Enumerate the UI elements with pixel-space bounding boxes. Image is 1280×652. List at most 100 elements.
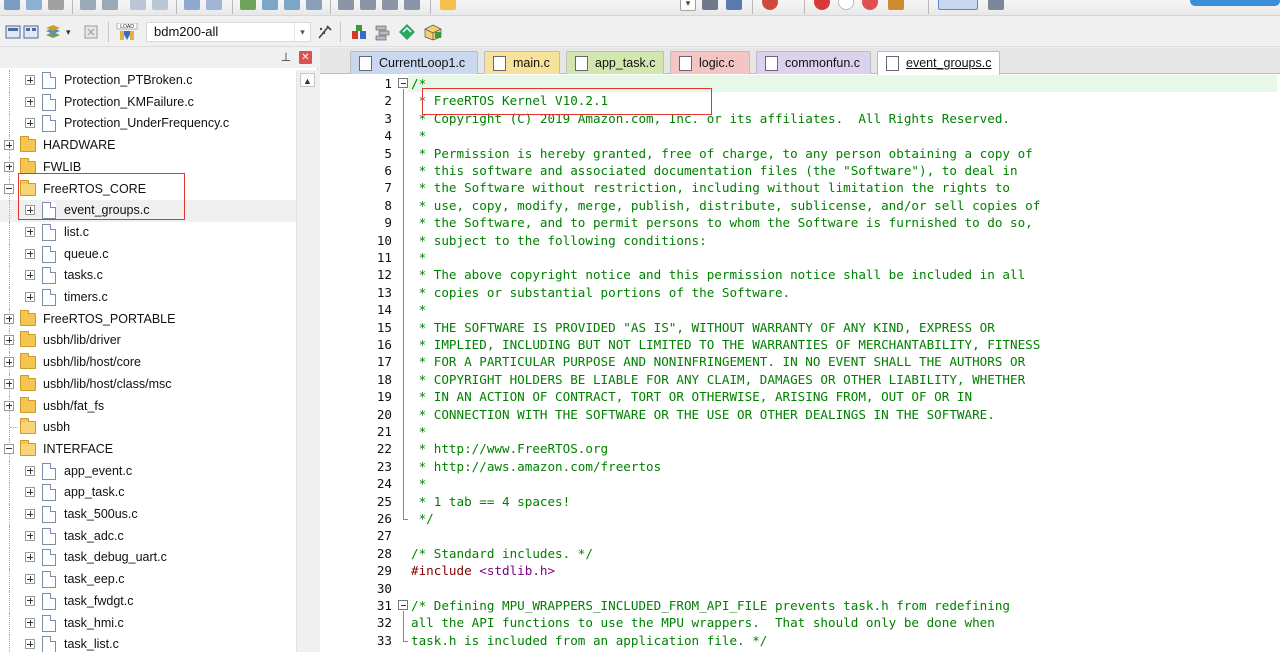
project-tree-scrollbar[interactable]: ▲ [296,70,318,652]
copy-icon[interactable] [26,0,42,10]
build-icon[interactable] [22,23,40,41]
find-dropdown-arrow[interactable]: ▾ [680,0,696,11]
expand-icon[interactable] [25,75,35,85]
expand-icon[interactable] [25,96,35,107]
tree-file[interactable]: timers.c [0,287,296,309]
expand-icon[interactable] [25,118,35,129]
tree-folder[interactable]: INTERFACE [0,438,296,461]
fold-collapse-icon[interactable] [398,600,408,610]
tree-folder[interactable]: usbh/lib/driver [0,330,296,353]
expand-icon[interactable] [25,205,35,216]
expand-icon[interactable] [4,378,14,389]
paste-icon[interactable] [48,0,64,10]
target-options-icon[interactable] [316,23,334,41]
expand-icon[interactable] [25,552,35,563]
tree-file[interactable]: task_500us.c [0,504,296,526]
find-in-files-icon[interactable] [440,0,456,10]
tree-folder[interactable]: FreeRTOS_CORE [0,178,296,201]
tree-folder[interactable]: usbh/fat_fs [0,395,296,418]
editor-tab[interactable]: app_task.c [566,51,664,74]
scroll-up-arrow[interactable]: ▲ [300,73,315,87]
download-icon[interactable]: LOAD [116,23,138,41]
undo-icon[interactable] [130,0,146,10]
expand-icon[interactable] [4,140,14,151]
expand-icon[interactable] [25,487,35,498]
tools-icon[interactable] [988,0,1004,10]
file-extensions-icon[interactable] [350,23,368,41]
tree-file[interactable]: tasks.c [0,265,296,288]
debug-icon[interactable] [762,0,778,10]
tree-file[interactable]: task_debug_uart.c [0,547,296,570]
editor-tab[interactable]: commonfun.c [756,51,871,74]
bookmark-prev-icon[interactable] [262,0,278,10]
fold-collapse-icon[interactable] [398,78,408,88]
chevron-down-icon[interactable]: ▾ [294,23,310,41]
find-icon[interactable] [726,0,742,10]
breakpoint-disable-icon[interactable] [838,0,854,10]
select-packs-icon[interactable] [398,23,416,41]
bookmark-next-icon[interactable] [284,0,300,10]
expand-icon[interactable] [25,574,35,585]
redo-icon[interactable] [102,0,118,10]
uncomment-icon[interactable] [404,0,420,10]
nav-forward-icon[interactable] [206,0,222,10]
collapse-icon[interactable] [4,443,14,454]
editor-tab[interactable]: main.c [484,51,560,74]
search-box[interactable] [1190,0,1280,6]
expand-icon[interactable] [4,313,14,324]
editor-tab[interactable]: CurrentLoop1.c [350,51,478,74]
comment-icon[interactable] [382,0,398,10]
tree-file[interactable]: task_fwdgt.c [0,590,296,613]
manage-components-icon[interactable] [374,23,392,41]
expand-icon[interactable] [4,400,14,411]
bookmark-icon[interactable] [240,0,256,10]
unindent-icon[interactable] [360,0,376,10]
tree-file[interactable]: Protection_UnderFrequency.c [0,113,296,136]
tree-folder[interactable]: usbh [0,417,296,440]
editor-tab[interactable]: event_groups.c [877,51,1000,75]
tree-file[interactable]: app_event.c [0,460,296,483]
bookmark-clear-icon[interactable] [306,0,322,10]
stop-build-icon[interactable] [82,23,100,41]
tree-file[interactable]: Protection_KMFailure.c [0,91,296,114]
close-icon[interactable]: ✕ [299,51,312,64]
tree-file[interactable]: task_hmi.c [0,612,296,635]
expand-icon[interactable] [4,357,14,368]
tree-file[interactable]: Protection_PTBroken.c [0,70,296,92]
expand-icon[interactable] [25,270,35,281]
expand-icon[interactable] [4,161,14,172]
window-layout-icon[interactable] [938,0,978,10]
breakpoint-icon[interactable] [814,0,830,10]
tree-file[interactable]: list.c [0,221,296,244]
collapse-icon[interactable] [4,183,14,194]
target-select[interactable]: bdm200-all ▾ [146,22,311,42]
expand-icon[interactable] [25,617,35,628]
tree-folder[interactable]: usbh/lib/host/core [0,352,296,375]
expand-icon[interactable] [25,465,35,476]
tree-file[interactable]: queue.c [0,243,296,266]
tree-folder[interactable]: FreeRTOS_PORTABLE [0,308,296,331]
expand-icon[interactable] [25,530,35,541]
breakpoint-kill-icon[interactable] [862,0,878,10]
expand-icon[interactable] [4,335,14,346]
tree-file[interactable]: task_adc.c [0,525,296,548]
expand-icon[interactable] [25,226,35,237]
cut-icon[interactable] [4,0,20,10]
expand-icon[interactable] [25,292,35,302]
tree-folder[interactable]: usbh/lib/host/class/msc [0,373,296,396]
undo-icon[interactable] [80,0,96,10]
tree-file[interactable]: task_eep.c [0,569,296,592]
tree-file[interactable]: event_groups.c [0,200,296,223]
code-area[interactable]: 1 2 3 4 5 6 7 8 9 10 11 12 13 14 15 16 17 18 19 20 21 22 23 24 2… [320,75,1280,652]
expand-icon[interactable] [25,639,35,650]
settings-icon[interactable] [888,0,904,10]
tree-file[interactable]: task_list.c [0,634,296,652]
nav-back-icon[interactable] [184,0,200,10]
incremental-find-icon[interactable] [702,0,718,10]
pin-icon[interactable]: ⊥ [280,50,292,64]
indent-icon[interactable] [338,0,354,10]
expand-icon[interactable] [25,509,35,519]
pack-installer-icon[interactable] [422,23,444,41]
redo-icon[interactable] [152,0,168,10]
rebuild-icon[interactable] [44,23,62,41]
